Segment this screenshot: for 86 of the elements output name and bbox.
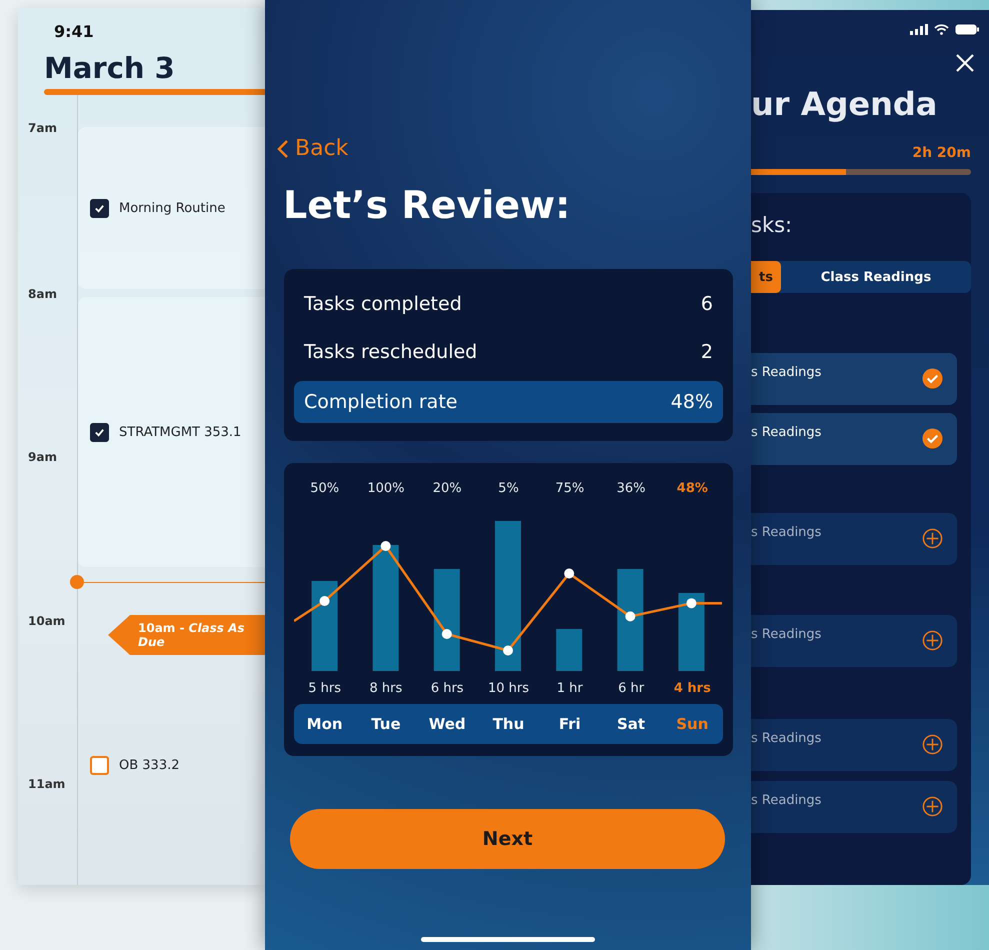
hour-label: 9am xyxy=(27,450,58,466)
rate-label: 48% xyxy=(676,481,709,498)
time-remaining: 2h 20m xyxy=(911,145,972,161)
rate-label: 5% xyxy=(497,481,520,498)
date-title: March 3 xyxy=(43,50,176,87)
task-item[interactable]: s Readings xyxy=(751,719,957,771)
status-time: 9:41 xyxy=(53,21,95,41)
hours-label: 8 hrs xyxy=(368,680,404,696)
task-item[interactable]: s Readings xyxy=(751,615,957,667)
task-item[interactable]: s Readings xyxy=(751,413,957,465)
back-link[interactable]: Back xyxy=(277,136,751,161)
rate-label: 100% xyxy=(366,481,406,498)
section-title: sks: xyxy=(751,213,794,237)
rate-label: 50% xyxy=(309,481,340,498)
day-tab[interactable]: Fri xyxy=(539,715,600,733)
hours-label: 1 hr xyxy=(556,680,584,696)
event-card[interactable]: Morning Routine xyxy=(78,127,265,289)
check-circle-icon[interactable] xyxy=(922,368,943,389)
segment-tab[interactable]: Class Readings xyxy=(780,261,971,293)
deadline-text: Due xyxy=(138,635,166,649)
task-title: s Readings xyxy=(751,627,822,642)
next-button[interactable]: Next xyxy=(290,809,725,869)
chevron-left-icon xyxy=(277,138,289,158)
event-title: OB 333.2 xyxy=(119,758,180,772)
task-title: s Readings xyxy=(751,425,822,440)
day-tab[interactable]: Mon xyxy=(294,715,356,733)
event-row[interactable]: OB 333.2 xyxy=(78,745,265,785)
hours-label: 4 hrs xyxy=(672,680,712,696)
agenda-title: ur Agenda xyxy=(751,85,938,123)
signal-icon xyxy=(910,24,928,35)
completion-point xyxy=(625,611,636,622)
task-item[interactable]: s Readings xyxy=(751,353,957,405)
check-circle-icon[interactable] xyxy=(922,428,943,449)
rate-label: 20% xyxy=(432,481,463,498)
hours-label: 6 hrs xyxy=(430,680,465,696)
completion-point xyxy=(442,629,452,639)
check-icon xyxy=(94,202,105,214)
hour-label: 11am xyxy=(27,777,66,793)
stat-value: 2 xyxy=(700,341,713,363)
completion-point xyxy=(380,541,391,551)
completion-point xyxy=(320,596,330,606)
review-title: Let’s Review: xyxy=(283,183,572,227)
hours-label: 10 hrs xyxy=(486,680,530,696)
add-circle-icon[interactable] xyxy=(922,796,943,817)
hour-label: 7am xyxy=(27,121,58,137)
hours-bar xyxy=(556,629,582,671)
task-title: s Readings xyxy=(751,365,822,380)
stat-label: Tasks rescheduled xyxy=(304,341,478,363)
day-tab[interactable]: Wed xyxy=(416,715,478,733)
add-circle-icon[interactable] xyxy=(922,630,943,651)
battery-icon xyxy=(955,24,979,35)
wifi-icon xyxy=(934,24,949,35)
event-checkbox[interactable] xyxy=(90,756,109,774)
event-checkbox[interactable] xyxy=(90,198,109,218)
hours-label: 6 hr xyxy=(617,680,646,696)
task-item[interactable]: s Readings xyxy=(751,781,957,833)
segment-tab[interactable]: ts xyxy=(751,261,781,293)
add-circle-icon[interactable] xyxy=(922,528,943,549)
completion-point xyxy=(564,568,574,578)
day-tab[interactable]: Tue xyxy=(355,715,417,733)
stat-value: 6 xyxy=(700,293,713,315)
task-item[interactable]: s Readings xyxy=(751,513,957,565)
event-checkbox[interactable] xyxy=(90,422,109,442)
check-icon xyxy=(94,426,105,438)
add-circle-icon[interactable] xyxy=(922,734,943,755)
close-icon[interactable] xyxy=(955,53,975,73)
task-title: s Readings xyxy=(751,793,822,808)
current-time-dot xyxy=(70,575,84,589)
completion-point xyxy=(686,598,696,608)
task-title: s Readings xyxy=(751,525,822,540)
stat-value: 48% xyxy=(670,391,713,413)
event-title: Morning Routine xyxy=(119,200,226,216)
hour-label: 8am xyxy=(27,287,58,303)
day-tab[interactable]: Thu xyxy=(478,715,540,733)
deadline-text: 10am - Class As xyxy=(138,621,246,635)
stat-label: Tasks completed xyxy=(304,293,462,315)
day-tab[interactable]: Sat xyxy=(600,715,662,733)
completion-point xyxy=(503,646,513,656)
hours-label: 5 hrs xyxy=(307,680,342,696)
stat-label: Completion rate xyxy=(304,391,458,413)
task-title: s Readings xyxy=(751,731,822,746)
hour-label: 10am xyxy=(27,614,66,630)
event-card[interactable]: STRATMGMT 353.1 xyxy=(78,297,265,567)
event-title: STRATMGMT 353.1 xyxy=(119,424,242,440)
rate-label: 36% xyxy=(616,481,647,498)
rate-label: 75% xyxy=(554,481,586,498)
